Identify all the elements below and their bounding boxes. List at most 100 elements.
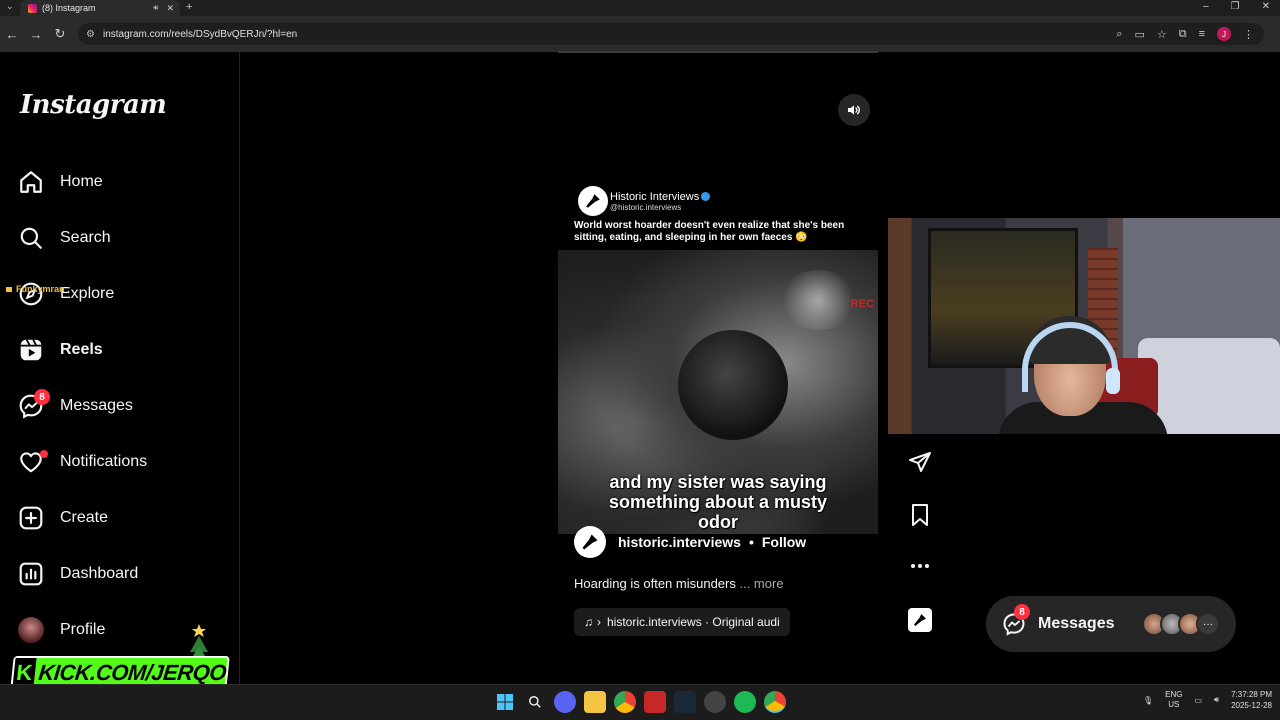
volume-button[interactable] (838, 94, 870, 126)
sidebar-item-label: Messages (60, 397, 133, 414)
separator-dot: • (748, 534, 754, 550)
profile-avatar[interactable]: J (1217, 27, 1231, 41)
sidebar-item-dashboard[interactable]: Dashboard (18, 554, 228, 594)
sidebar-item-search[interactable]: Search (18, 218, 228, 258)
kick-channel-text: KICK.COM/JERQO (37, 660, 228, 685)
tab-audio-icon[interactable]: 🔊︎ (153, 3, 158, 13)
chrome-active-icon[interactable] (764, 691, 786, 713)
audio-chip[interactable]: ♫ › historic.interviews · Original audi (574, 608, 790, 636)
home-icon (20, 171, 42, 193)
address-bar[interactable]: ⚙︎ instagram.com/reels/DSydBvQERJn/?hl=e… (78, 23, 1264, 45)
sidebar-item-notifications[interactable]: Notifications (18, 442, 228, 482)
notification-dot (40, 450, 48, 458)
messages-pill-badge: 8 (1014, 604, 1030, 620)
microphone-tray-icon[interactable]: 🎙︎ (1143, 696, 1153, 705)
sidebar-item-label: Reels (60, 341, 103, 358)
ellipsis-icon (911, 564, 929, 568)
video-source-card: Historic Interviews @historic.interviews (578, 186, 711, 216)
sidebar-item-explore[interactable]: Explore (18, 274, 228, 314)
source-handle: @historic.interviews (610, 202, 682, 212)
reel-player[interactable]: Historic Interviews @historic.interviews… (558, 84, 878, 652)
sidebar-item-create[interactable]: Create (18, 498, 228, 538)
chrome-icon[interactable] (614, 691, 636, 713)
cast-icon[interactable]: ▭ (1134, 28, 1144, 41)
sidebar-item-label: Notifications (60, 453, 148, 470)
extensions-icon[interactable]: ⧉ (1179, 28, 1187, 41)
webcam-headset-ear (1106, 368, 1120, 394)
rec-label: REC (850, 298, 874, 310)
bookmark-star-icon[interactable]: ☆ (1157, 28, 1167, 41)
original-audio-thumbnail[interactable] (908, 608, 932, 632)
verified-badge-icon (701, 192, 711, 202)
previous-reel-edge (558, 51, 878, 53)
site-info-icon[interactable]: ⚙︎ (86, 29, 95, 40)
more-link[interactable]: ... more (739, 576, 783, 591)
system-tray: 🎙︎ ENG US ▭ 🔊︎ 7:37:28 PM 2025-12-28 (1143, 689, 1272, 711)
new-tab-icon[interactable]: + (186, 1, 192, 13)
audio-title: historic.interviews · Original audi (607, 615, 780, 629)
bookmark-icon (912, 504, 928, 526)
tab-search-icon[interactable]: ⌄ (6, 1, 14, 12)
chat-badge-icon (6, 287, 12, 292)
close-window-icon[interactable]: ✕ (1262, 1, 1270, 12)
sidebar-item-home[interactable]: Home (18, 162, 228, 202)
tab-title: (8) Instagram (42, 3, 96, 13)
browser-tab-instagram[interactable]: (8) Instagram 🔊︎ ✕ (20, 0, 180, 16)
system-clock[interactable]: 7:37:28 PM 2025-12-28 (1231, 689, 1272, 711)
video-subject (678, 330, 788, 440)
taskbar-search-icon[interactable] (524, 691, 546, 713)
messages-floating-button[interactable]: 8 Messages ··· (986, 596, 1236, 652)
sidebar-item-label: Home (60, 173, 103, 190)
browser-tabbar: ⌄ (8) Instagram 🔊︎ ✕ + – ❐ ✕ (0, 0, 1280, 16)
sidebar-item-messages[interactable]: 8 Messages (18, 386, 228, 426)
instagram-logo[interactable]: Instagram (20, 90, 167, 120)
sidebar-item-label: Search (60, 229, 111, 246)
app-icon[interactable] (644, 691, 666, 713)
spotify-icon[interactable] (734, 691, 756, 713)
volume-tray-icon[interactable]: 🔊︎ (1214, 695, 1219, 705)
music-note-icon: ♫ (584, 615, 593, 629)
url-text: instagram.com/reels/DSydBvQERJn/?hl=en (102, 28, 298, 40)
omnibox-actions: ⌕ ▭ ☆ ⧉ ≡ J ⋮ (1116, 27, 1254, 41)
author-username[interactable]: historic.interviews (618, 534, 741, 550)
discord-icon[interactable] (554, 691, 576, 713)
sidebar-item-label: Profile (60, 621, 106, 638)
forward-icon[interactable]: → (24, 27, 48, 42)
window-controls: – ❐ ✕ (1203, 1, 1270, 12)
author-avatar[interactable] (574, 526, 606, 558)
taskbar-apps (494, 691, 786, 713)
back-icon[interactable]: ← (0, 27, 24, 42)
obs-icon[interactable] (704, 691, 726, 713)
dashboard-icon (19, 562, 43, 586)
search-icon (20, 227, 42, 249)
windows-start-icon[interactable] (494, 691, 516, 713)
source-name: Historic Interviews (610, 191, 711, 203)
microphone-icon (582, 534, 598, 550)
share-button[interactable] (906, 448, 934, 476)
media-control-icon[interactable]: ≡ (1199, 28, 1205, 40)
plus-square-icon (19, 506, 43, 530)
more-options-button[interactable] (906, 552, 934, 580)
reload-icon[interactable]: ↻ (48, 26, 72, 42)
sidebar-item-reels[interactable]: Reels (18, 330, 228, 370)
video-glare (778, 270, 858, 330)
language-indicator[interactable]: ENG US (1165, 690, 1182, 710)
tab-close-icon[interactable]: ✕ (166, 3, 174, 14)
maximize-icon[interactable]: ❐ (1231, 1, 1240, 12)
browser-menu-icon[interactable]: ⋮ (1243, 28, 1254, 41)
steam-icon[interactable] (674, 691, 696, 713)
minimize-icon[interactable]: – (1203, 1, 1209, 12)
paper-plane-icon (909, 452, 931, 472)
profile-avatar (18, 617, 44, 643)
follow-button[interactable]: Follow (762, 534, 806, 550)
sidebar-item-label: Dashboard (60, 565, 139, 582)
windows-taskbar: 🎙︎ ENG US ▭ 🔊︎ 7:37:28 PM 2025-12-28 (0, 684, 1280, 720)
file-explorer-icon[interactable] (584, 691, 606, 713)
reel-description: Hoarding is often misunders ... more (574, 576, 784, 591)
save-button[interactable] (906, 501, 934, 529)
network-icon[interactable]: ▭ (1194, 696, 1202, 705)
audio-chevron: › (597, 615, 601, 629)
zoom-icon[interactable]: ⌕ (1116, 28, 1122, 41)
messages-pill-label: Messages (1038, 615, 1115, 632)
microphone-icon (586, 194, 600, 208)
